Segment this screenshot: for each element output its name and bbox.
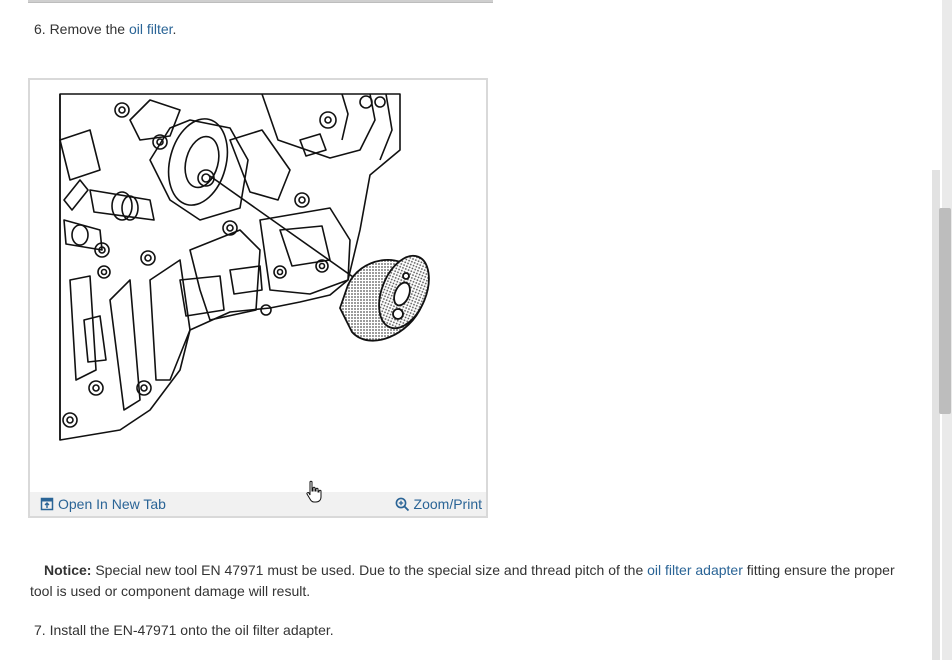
step-6-period: . bbox=[172, 21, 177, 37]
step-6-text: 6. Remove the bbox=[34, 21, 129, 37]
illustration-image[interactable] bbox=[30, 80, 486, 492]
oil-filter-link[interactable]: oil filter bbox=[129, 21, 173, 37]
zoom-in-icon bbox=[395, 497, 409, 511]
step-6: 6. Remove the oil filter. bbox=[34, 20, 176, 38]
open-in-new-tab-icon bbox=[40, 497, 54, 511]
zoom-print-button[interactable]: Zoom/Print bbox=[395, 495, 482, 513]
engine-oil-filter-illustration bbox=[59, 93, 430, 441]
notice-paragraph: Notice: Special new tool EN 47971 must b… bbox=[30, 560, 910, 602]
open-in-new-tab-button[interactable]: Open In New Tab bbox=[40, 495, 166, 513]
zoom-print-label: Zoom/Print bbox=[413, 496, 482, 512]
illustration-figure: Open In New Tab Zoom/Print bbox=[28, 78, 488, 518]
scrollbar-thumb[interactable] bbox=[939, 208, 951, 414]
oil-filter-adapter-link[interactable]: oil filter adapter bbox=[647, 562, 743, 578]
step-7: 7. Install the EN-47971 onto the oil fil… bbox=[34, 621, 334, 639]
open-in-new-tab-label: Open In New Tab bbox=[58, 496, 166, 512]
notice-text-before: Special new tool EN 47971 must be used. … bbox=[91, 562, 648, 578]
figure-toolbar: Open In New Tab Zoom/Print bbox=[30, 492, 486, 516]
step-7-text: 7. Install the EN-47971 onto the oil fil… bbox=[34, 622, 334, 638]
oil-filter-drawing bbox=[339, 254, 430, 342]
hand-pointer-cursor-icon bbox=[306, 480, 322, 503]
previous-figure-bottom-edge bbox=[28, 0, 493, 3]
notice-label: Notice: bbox=[44, 562, 92, 578]
